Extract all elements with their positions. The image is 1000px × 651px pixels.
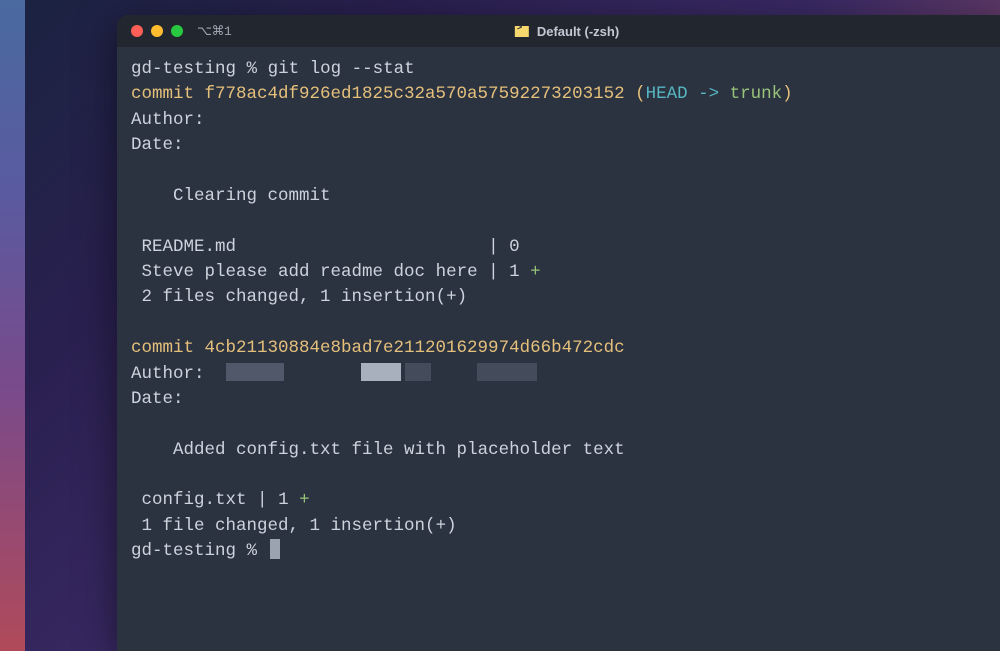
- commit-label: commit: [131, 84, 205, 104]
- date-label: Date:: [131, 135, 184, 155]
- minimize-button[interactable]: [151, 25, 163, 37]
- window-title-text: Default (-zsh): [537, 24, 619, 39]
- author-label: Author:: [131, 364, 205, 384]
- commit-label: commit: [131, 338, 205, 358]
- prompt-dir: gd-testing: [131, 541, 236, 561]
- ref-branch: trunk: [730, 84, 783, 104]
- redacted-block: [226, 363, 284, 381]
- stat-sep: |: [478, 237, 510, 257]
- stat-sep: |: [247, 490, 279, 510]
- traffic-lights: [117, 25, 183, 37]
- terminal-profile-icon: [515, 26, 529, 37]
- titlebar[interactable]: ⌥⌘1 Default (-zsh): [117, 15, 1000, 47]
- close-button[interactable]: [131, 25, 143, 37]
- tab-shortcut-indicator: ⌥⌘1: [197, 24, 231, 39]
- cursor: [270, 539, 280, 559]
- stat-plus: +: [299, 490, 310, 510]
- ref-head: HEAD ->: [646, 84, 730, 104]
- terminal-output[interactable]: gd-testing % git log --stat commit f778a…: [117, 47, 1000, 651]
- stat-summary: 1 file changed, 1 insertion(+): [142, 516, 457, 536]
- prompt-dir: gd-testing: [131, 59, 236, 79]
- stat-path: Steve please add readme doc here: [142, 262, 478, 282]
- author-label: Author:: [131, 110, 205, 130]
- wallpaper-stripe: [0, 0, 25, 651]
- redacted-block: [361, 363, 401, 381]
- prompt-symbol: %: [247, 541, 258, 561]
- stat-summary: 2 files changed, 1 insertion(+): [142, 287, 468, 307]
- commit-message: Clearing commit: [173, 186, 331, 206]
- commit-message: Added config.txt file with placeholder t…: [173, 440, 625, 460]
- command-text: git log --stat: [268, 59, 415, 79]
- stat-count: 1: [278, 490, 299, 510]
- redacted-block: [477, 363, 537, 381]
- ref-open: (: [625, 84, 646, 104]
- commit-hash: 4cb21130884e8bad7e211201629974d66b472cdc: [205, 338, 625, 358]
- stat-plus: +: [530, 262, 541, 282]
- window-title: Default (-zsh): [515, 24, 619, 39]
- date-label: Date:: [131, 389, 184, 409]
- ref-close: ): [782, 84, 793, 104]
- stat-count: 1: [509, 262, 530, 282]
- stat-path: config.txt: [142, 490, 247, 510]
- maximize-button[interactable]: [171, 25, 183, 37]
- prompt-symbol: %: [247, 59, 258, 79]
- stat-path: README.md: [142, 237, 478, 257]
- commit-hash: f778ac4df926ed1825c32a570a57592273203152: [205, 84, 625, 104]
- redacted-block: [405, 363, 431, 381]
- terminal-window: ⌥⌘1 Default (-zsh) gd-testing % git log …: [117, 15, 1000, 651]
- stat-count: 0: [509, 237, 520, 257]
- stat-sep: |: [478, 262, 510, 282]
